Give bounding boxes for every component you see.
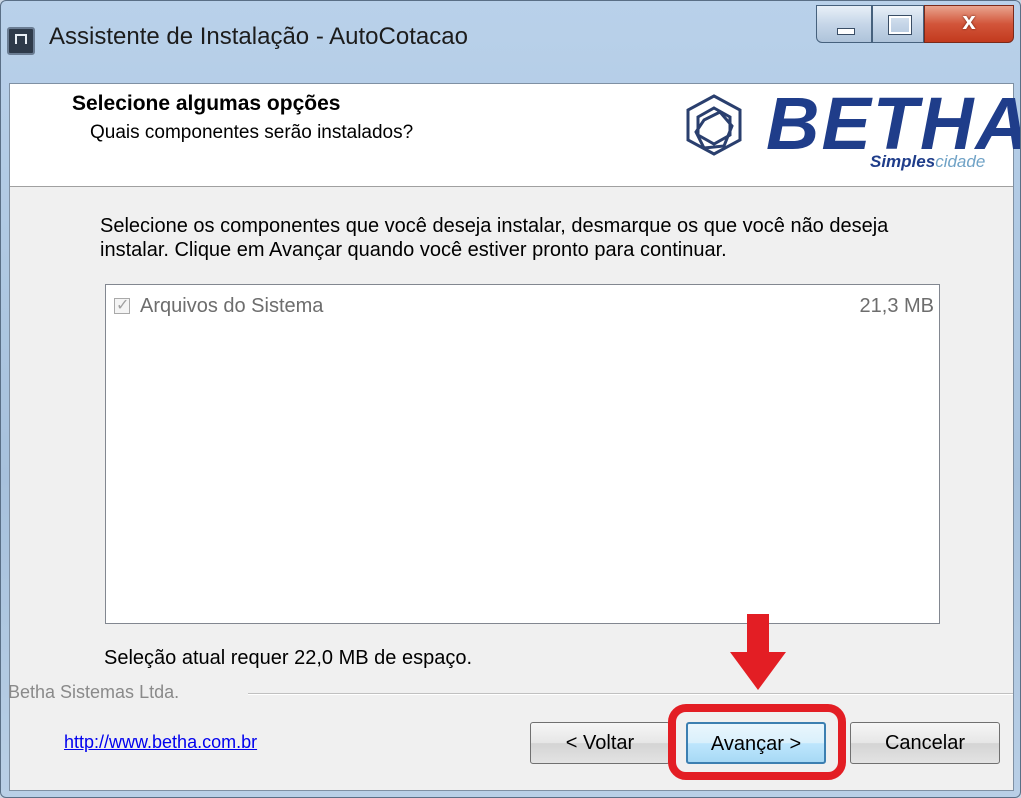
page-subtitle: Quais componentes serão instalados? [90,122,414,143]
down-arrow-annotation-icon [730,614,786,690]
wizard-client-area: Selecione algumas opções Quais component… [8,83,1020,791]
logo-tag-light: cidade [935,152,986,171]
wizard-header: Selecione algumas opções Quais component… [10,84,1020,187]
installer-app-icon [7,27,35,55]
space-required-text: Seleção atual requer 22,0 MB de espaço. [104,647,473,669]
logo-tag-bold: Simples [870,152,936,171]
next-button[interactable]: Avançar > [686,722,826,764]
components-list[interactable]: Arquivos do Sistema 21,3 MB [105,284,940,624]
brand-label: Betha Sistemas Ltda. [8,682,180,702]
instructions-text: Selecione os componentes que você deseja… [100,215,889,261]
list-item[interactable]: Arquivos do Sistema 21,3 MB [114,295,934,321]
cancel-button[interactable]: Cancelar [850,722,1000,764]
component-checkbox[interactable] [114,295,130,314]
betha-logo: BETHA Simplescidade [674,84,1020,180]
maximize-button[interactable] [872,5,924,43]
component-size: 21,3 MB [859,295,934,317]
installer-window: Assistente de Instalação - AutoCotacao x… [0,0,1021,798]
hexagon-logo-icon [686,94,742,156]
brand-divider [248,693,1013,695]
page-title: Selecione algumas opções [72,92,341,115]
title-bar[interactable]: Assistente de Instalação - AutoCotacao x [1,1,1020,81]
back-button[interactable]: < Voltar [530,722,670,764]
logo-tagline: Simplescidade [870,152,985,172]
window-title: Assistente de Instalação - AutoCotacao [49,23,468,50]
website-link[interactable]: http://www.betha.com.br [64,732,257,753]
component-label: Arquivos do Sistema [140,295,324,317]
minimize-button[interactable] [816,5,872,43]
close-button[interactable]: x [924,5,1014,43]
close-icon: x [962,8,976,35]
